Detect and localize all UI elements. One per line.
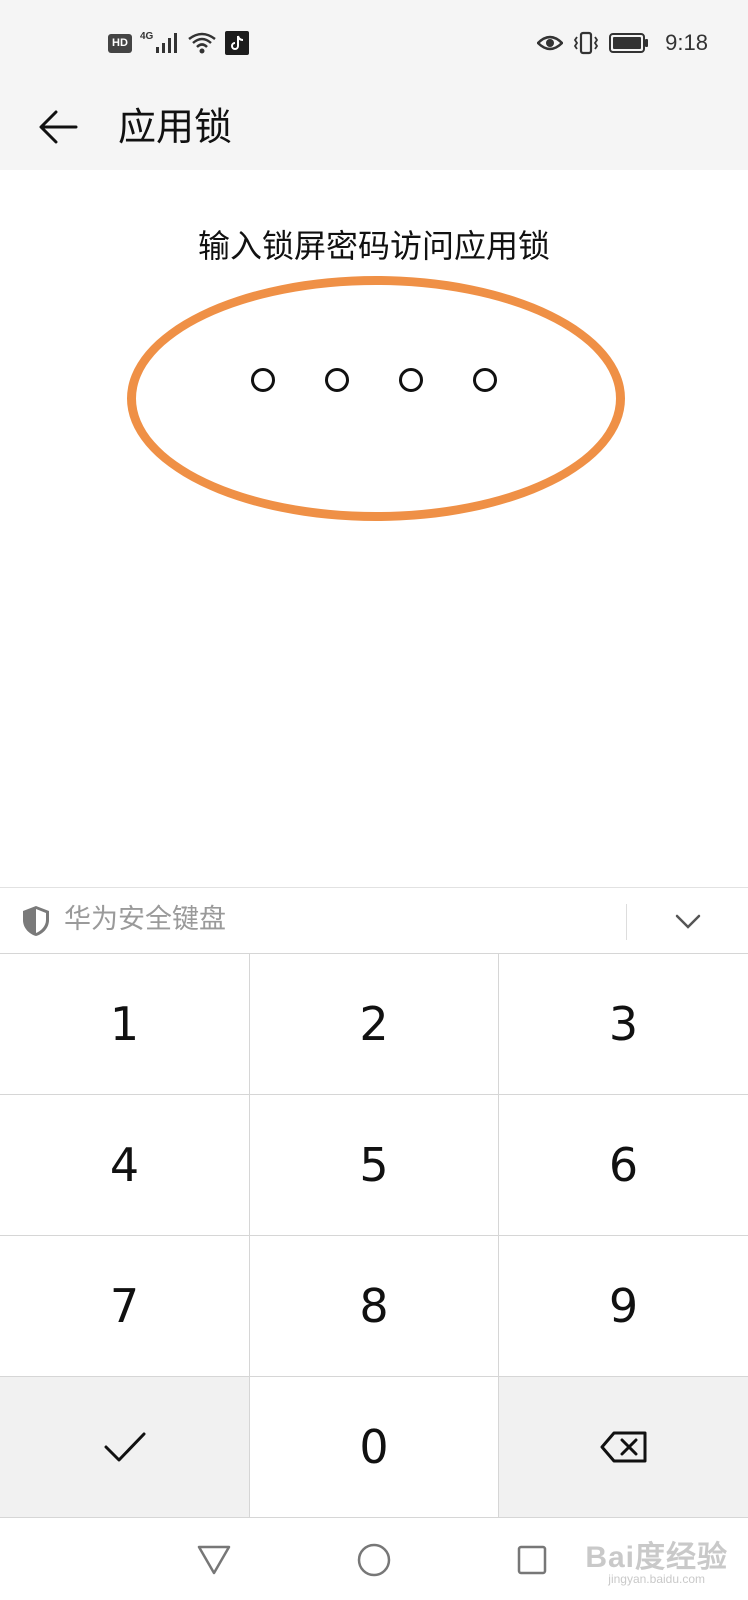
status-right: 9:18 — [537, 26, 708, 60]
chevron-down-icon — [675, 914, 701, 929]
back-arrow-icon — [39, 110, 78, 144]
key-3[interactable]: 3 — [499, 954, 748, 1095]
backspace-icon — [600, 1431, 646, 1463]
back-button[interactable] — [34, 103, 82, 151]
confirm-key[interactable] — [0, 1377, 250, 1518]
app-header: 应用锁 — [0, 85, 748, 170]
key-0[interactable]: 0 — [250, 1377, 499, 1518]
key-4[interactable]: 4 — [0, 1095, 250, 1236]
highlight-oval — [127, 276, 625, 521]
key-6[interactable]: 6 — [499, 1095, 748, 1236]
shield-icon — [23, 906, 49, 936]
pin-prompt: 输入锁屏密码访问应用锁 — [197, 227, 550, 265]
page-title: 应用锁 — [118, 105, 233, 149]
keyboard-header: 华为安全键盘 — [0, 887, 748, 954]
status-left: HD 4G — [108, 28, 250, 58]
keyboard-title: 华为安全键盘 — [64, 904, 226, 935]
eye-icon — [537, 35, 564, 51]
key-7[interactable]: 7 — [0, 1236, 250, 1377]
pin-dot — [325, 368, 349, 392]
numeric-keypad: 1 2 3 4 5 6 7 8 9 0 — [0, 953, 748, 1518]
nav-recents-button[interactable] — [510, 1538, 554, 1582]
battery-icon — [609, 33, 649, 53]
nav-home-button[interactable] — [352, 1538, 396, 1582]
key-2[interactable]: 2 — [250, 954, 499, 1095]
backspace-key[interactable] — [499, 1377, 748, 1518]
pin-indicator — [0, 368, 748, 394]
checkmark-icon — [104, 1432, 145, 1462]
clock: 9:18 — [665, 30, 708, 55]
tiktok-icon — [225, 31, 250, 55]
signal-icon — [156, 33, 178, 53]
nav-back-button[interactable] — [192, 1538, 236, 1582]
pin-dot — [473, 368, 497, 392]
key-1[interactable]: 1 — [0, 954, 250, 1095]
network-type: 4G — [140, 30, 154, 42]
circle-home-icon — [357, 1543, 391, 1577]
square-recents-icon — [517, 1545, 547, 1575]
pin-dot — [399, 368, 423, 392]
hd-label: HD — [112, 37, 128, 49]
watermark: Bai度经验 jingyan.baidu.com — [585, 1532, 728, 1586]
status-bar: HD 4G 9:18 — [0, 0, 748, 85]
key-5[interactable]: 5 — [250, 1095, 499, 1236]
pin-dot — [251, 368, 275, 392]
divider — [626, 904, 627, 940]
watermark-main: Bai度经验 — [585, 1541, 728, 1574]
collapse-keyboard-button[interactable] — [668, 902, 708, 942]
system-nav-bar: Bai度经验 jingyan.baidu.com — [0, 1518, 748, 1600]
key-9[interactable]: 9 — [499, 1236, 748, 1377]
hd-icon: HD — [108, 33, 132, 53]
key-8[interactable]: 8 — [250, 1236, 499, 1377]
wifi-icon — [188, 32, 217, 54]
vibrate-icon — [574, 31, 599, 55]
triangle-back-icon — [197, 1545, 231, 1575]
